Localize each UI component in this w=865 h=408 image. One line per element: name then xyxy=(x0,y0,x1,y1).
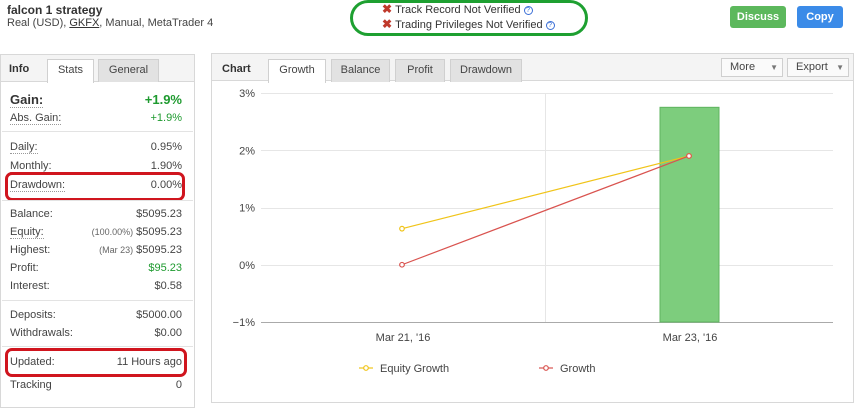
tab-profit[interactable]: Profit xyxy=(395,59,445,82)
track-record-status: ✖ Track Record Not Verified? xyxy=(382,2,533,16)
tracking-label: Tracking xyxy=(10,379,52,391)
chart-tabs: Chart Growth Balance Profit Drawdown Mor… xyxy=(212,54,853,83)
export-dropdown[interactable]: Export ▼ xyxy=(787,58,849,77)
track-record-text: Track Record Not Verified xyxy=(395,4,521,16)
help-icon[interactable]: ? xyxy=(545,21,555,30)
monthly-value: 1.90% xyxy=(150,160,182,172)
equity-percent: (100.00%) xyxy=(91,227,134,237)
deposits-label: Deposits: xyxy=(10,309,56,321)
profit-label: Profit: xyxy=(10,262,39,274)
divider xyxy=(2,346,193,347)
account-platform: , Manual, MetaTrader 4 xyxy=(99,17,214,29)
abs-gain-value: +1.9% xyxy=(150,112,183,124)
withdrawals-label: Withdrawals: xyxy=(10,327,73,339)
trading-privileges-text: Trading Privileges Not Verified xyxy=(395,19,543,31)
daily-value: 0.95% xyxy=(150,141,182,153)
balance-value: $5095.23 xyxy=(136,208,182,220)
legend-label: Growth xyxy=(560,363,595,375)
growth-chart: 3% 2% 1% 0% −1% Mar 21, '16 Mar 23, '16 Equity … xyxy=(233,88,833,375)
account-title: falcon 1 strategy xyxy=(7,3,103,17)
broker-link[interactable]: GKFX xyxy=(69,17,99,29)
more-dropdown[interactable]: More ▼ xyxy=(721,58,783,77)
data-point xyxy=(686,153,692,159)
x-tick-label: Mar 23, '16 xyxy=(663,332,718,344)
withdrawals-value: $0.00 xyxy=(154,327,182,339)
info-panel: Info Stats General Gain: +1.9% Abs. Gain… xyxy=(0,54,195,408)
info-heading: Info xyxy=(9,63,30,75)
trading-privileges-status: ✖ Trading Privileges Not Verified? xyxy=(382,17,555,31)
chart-panel: Chart Growth Balance Profit Drawdown Mor… xyxy=(211,53,854,403)
highest-value: $5095.23 xyxy=(136,244,182,256)
equity-value: $5095.23 xyxy=(136,226,182,238)
cross-icon: ✖ xyxy=(382,2,393,16)
account-type: Real (USD), xyxy=(7,17,70,29)
highest-date: (Mar 23) xyxy=(99,245,134,255)
y-tick-label: 0% xyxy=(239,260,255,272)
info-tabs: Info Stats General xyxy=(1,55,194,83)
legend-label: Equity Growth xyxy=(380,363,449,375)
bar xyxy=(659,106,720,323)
y-tick-label: 1% xyxy=(239,203,255,215)
interest-label: Interest: xyxy=(10,280,50,292)
highest-label: Highest: xyxy=(10,244,51,256)
divider xyxy=(2,300,193,301)
tab-general[interactable]: General xyxy=(98,59,159,82)
tab-drawdown[interactable]: Drawdown xyxy=(450,59,522,82)
chevron-down-icon: ▼ xyxy=(770,63,778,72)
updated-highlight xyxy=(5,348,187,377)
balance-label: Balance: xyxy=(10,208,53,220)
discuss-button[interactable]: Discuss xyxy=(730,6,786,28)
y-tick-label: −1% xyxy=(233,317,256,329)
cross-icon: ✖ xyxy=(382,17,393,31)
data-point xyxy=(399,261,405,268)
x-tick-label: Mar 21, '16 xyxy=(376,332,431,344)
drawdown-highlight xyxy=(5,172,185,201)
daily-label: Daily: xyxy=(10,141,38,154)
tab-stats[interactable]: Stats xyxy=(47,59,94,83)
copy-button[interactable]: Copy xyxy=(797,6,843,28)
more-label: More xyxy=(730,61,756,73)
tracking-value: 0 xyxy=(175,379,182,391)
data-point xyxy=(399,225,405,232)
gain-value: +1.9% xyxy=(144,92,182,107)
divider xyxy=(2,200,193,201)
tab-balance[interactable]: Balance xyxy=(331,59,390,82)
gain-label: Gain: xyxy=(10,92,44,108)
divider xyxy=(2,131,193,132)
profit-value: $95.23 xyxy=(148,262,182,274)
legend-marker xyxy=(543,365,549,371)
legend-marker xyxy=(363,365,369,371)
verification-highlight: ✖ Track Record Not Verified? ✖ Trading Pri… xyxy=(350,0,588,36)
help-icon[interactable]: ? xyxy=(523,6,533,15)
deposits-value: $5000.00 xyxy=(136,309,182,321)
account-subtitle: Real (USD), GKFX, Manual, MetaTrader 4 xyxy=(7,17,213,29)
abs-gain-label: Abs. Gain: xyxy=(10,112,62,125)
y-tick-label: 2% xyxy=(239,145,255,157)
equity-label: Equity: xyxy=(10,226,44,239)
chevron-down-icon: ▼ xyxy=(836,63,844,72)
interest-value: $0.58 xyxy=(154,280,182,292)
export-label: Export xyxy=(796,61,828,73)
tab-growth[interactable]: Growth xyxy=(268,59,326,83)
y-tick-label: 3% xyxy=(239,88,255,100)
chart-heading: Chart xyxy=(222,63,251,75)
